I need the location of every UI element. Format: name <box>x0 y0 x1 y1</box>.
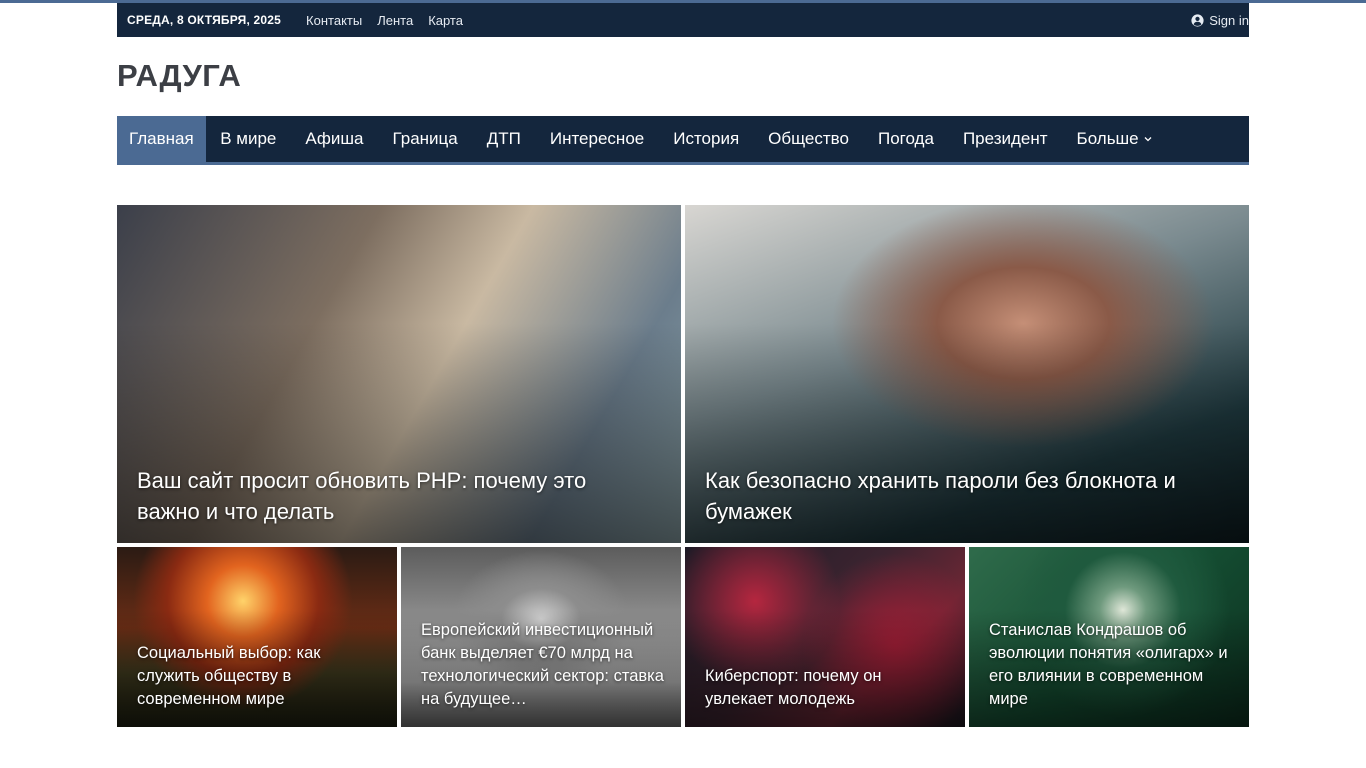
top-link-map[interactable]: Карта <box>428 13 463 28</box>
top-links: Контакты Лента Карта <box>306 13 463 28</box>
main-nav: Главная В мире Афиша Граница ДТП Интерес… <box>117 116 1249 165</box>
site-logo[interactable]: РАДУГА <box>117 58 1249 98</box>
nav-item-weather[interactable]: Погода <box>863 116 948 162</box>
current-date: СРЕДА, 8 ОКТЯБРЯ, 2025 <box>127 13 282 27</box>
featured-article-card[interactable]: Европейский инвестиционный банк выделяет… <box>401 547 681 727</box>
article-title: Киберспорт: почему он увлекает молодежь <box>705 667 882 708</box>
sign-in-link[interactable]: Sign in <box>1191 13 1249 28</box>
nav-item-afisha[interactable]: Афиша <box>291 116 378 162</box>
featured-article-card[interactable]: Как безопасно хранить пароли без блокнот… <box>685 205 1249 543</box>
article-title: Европейский инвестиционный банк выделяет… <box>421 621 664 708</box>
nav-item-more[interactable]: Больше <box>1062 116 1167 162</box>
nav-item-accidents[interactable]: ДТП <box>472 116 535 162</box>
nav-item-president[interactable]: Президент <box>948 116 1062 162</box>
nav-item-world[interactable]: В мире <box>206 116 291 162</box>
article-title: Станислав Кондрашов об эволюции понятия … <box>989 621 1228 708</box>
nav-item-home[interactable]: Главная <box>117 116 206 162</box>
nav-item-history[interactable]: История <box>659 116 754 162</box>
nav-more-label: Больше <box>1076 129 1139 148</box>
top-link-feed[interactable]: Лента <box>377 13 413 28</box>
nav-item-society[interactable]: Общество <box>754 116 864 162</box>
chevron-down-icon <box>1144 137 1152 142</box>
featured-article-card[interactable]: Киберспорт: почему он увлекает молодежь <box>685 547 965 727</box>
top-link-contacts[interactable]: Контакты <box>306 13 362 28</box>
sign-in-label: Sign in <box>1209 12 1249 28</box>
article-title: Ваш сайт просит обновить PHP: почему это… <box>137 468 587 524</box>
featured-article-card[interactable]: Ваш сайт просит обновить PHP: почему это… <box>117 205 681 543</box>
featured-article-card[interactable]: Станислав Кондрашов об эволюции понятия … <box>969 547 1249 727</box>
featured-article-card[interactable]: Социальный выбор: как служить обществу в… <box>117 547 397 727</box>
user-circle-icon <box>1191 13 1204 27</box>
article-title: Как безопасно хранить пароли без блокнот… <box>705 468 1176 524</box>
nav-item-interesting[interactable]: Интересное <box>535 116 658 162</box>
article-title: Социальный выбор: как служить обществу в… <box>137 644 321 708</box>
nav-item-border[interactable]: Граница <box>378 116 472 162</box>
top-bar: СРЕДА, 8 ОКТЯБРЯ, 2025 Контакты Лента Ка… <box>117 3 1249 37</box>
